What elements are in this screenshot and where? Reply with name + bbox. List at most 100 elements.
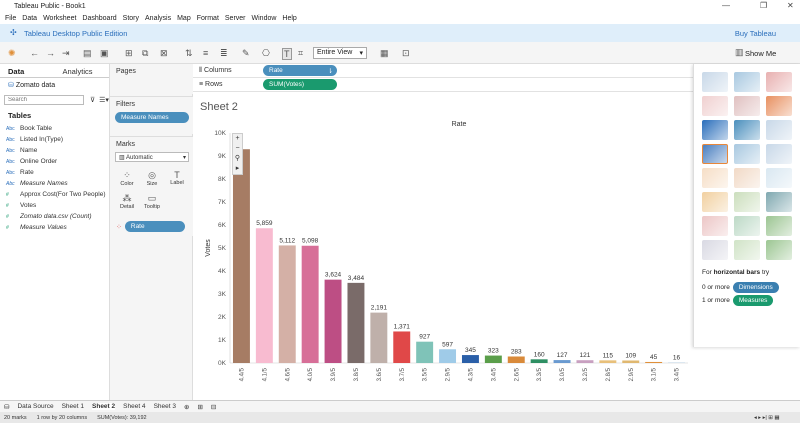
bar[interactable] [278, 245, 296, 363]
bar[interactable] [393, 331, 411, 363]
chart-type-tile[interactable] [766, 192, 792, 212]
buy-tableau-link[interactable]: Buy Tableau [735, 29, 776, 38]
field-item[interactable]: # Votes [0, 200, 109, 211]
menu-file[interactable]: File [5, 15, 16, 22]
bar[interactable] [576, 360, 594, 363]
menu-server[interactable]: Server [225, 15, 246, 22]
label-button[interactable]: T Label [166, 170, 188, 192]
highlight-icon[interactable]: ✎ [242, 48, 250, 59]
field-item[interactable]: Abc Name [0, 145, 109, 156]
close-icon[interactable]: ✕ [787, 1, 794, 10]
list-view-icon[interactable]: ☰▾ [99, 96, 109, 104]
bar[interactable] [439, 349, 457, 363]
columns-pill-rate[interactable]: Rate ⇂ [263, 65, 337, 76]
field-item[interactable]: Abc Online Order [0, 156, 109, 167]
filter-pill-measure-names[interactable]: Measure Names [115, 112, 189, 123]
pages-card[interactable]: Pages [110, 64, 193, 94]
bar[interactable] [599, 360, 617, 363]
tab-data[interactable]: Data [0, 64, 55, 77]
minimize-icon[interactable]: — [722, 1, 730, 10]
new-dashboard-tab-icon[interactable]: ⊞ [197, 403, 202, 411]
bar[interactable] [370, 312, 388, 363]
chart-type-tile[interactable] [702, 192, 728, 212]
chart-type-tile[interactable] [766, 168, 792, 188]
status-nav-icons[interactable]: ◂ ▸ ▸| ⊞ ▦ [754, 415, 780, 421]
chart-type-tile[interactable] [766, 240, 792, 260]
menu-map[interactable]: Map [177, 15, 191, 22]
chart-type-tile[interactable] [734, 168, 760, 188]
field-item[interactable]: Abc Book Table [0, 123, 109, 134]
chart-type-tile[interactable] [734, 72, 760, 92]
chart-type-tile[interactable] [734, 144, 760, 164]
field-item[interactable]: Abc Listed In(Type) [0, 134, 109, 145]
bar-chart[interactable]: 0K 1K 2K 3K 4K 5K 6K 7K 8K 9K 10K Votes Rate 4.4/5 5,8… [193, 93, 693, 400]
new-story-tab-icon[interactable]: ⊟ [211, 403, 216, 411]
menu-format[interactable]: Format [197, 15, 219, 22]
undo-icon[interactable]: ← [30, 48, 39, 58]
search-input[interactable] [4, 95, 84, 105]
tableau-home-icon[interactable]: ✺ [8, 48, 16, 59]
bar[interactable] [645, 361, 663, 363]
chart-type-tile[interactable] [702, 240, 728, 260]
chart-type-tile[interactable] [766, 144, 792, 164]
chart-type-tile[interactable] [734, 96, 760, 116]
new-worksheet-tab-icon[interactable]: ⊕ [184, 403, 189, 411]
bar[interactable] [507, 356, 525, 363]
tab-sheet-2[interactable]: Sheet 2 [92, 403, 116, 410]
menu-dashboard[interactable]: Dashboard [82, 15, 116, 22]
bar[interactable] [553, 360, 571, 363]
chart-type-tile[interactable] [702, 216, 728, 236]
detail-button[interactable]: ⁂ Detail [116, 193, 138, 215]
chart-type-tile[interactable] [766, 216, 792, 236]
bar[interactable] [461, 355, 479, 363]
menu-help[interactable]: Help [282, 15, 296, 22]
filters-card[interactable]: Filters Measure Names [110, 96, 193, 134]
bar[interactable] [232, 149, 250, 363]
columns-shelf[interactable]: ⦀ Columns Rate ⇂ [193, 64, 693, 78]
bar[interactable] [255, 228, 273, 363]
chart-type-tile[interactable] [702, 72, 728, 92]
show-mark-labels-icon[interactable]: T [282, 48, 292, 60]
sort-ascending-icon[interactable]: ≡ [203, 48, 208, 58]
field-item[interactable]: # Measure Values [0, 222, 109, 233]
chart-type-tile[interactable] [766, 72, 792, 92]
redo-icon[interactable]: → [46, 48, 55, 58]
menu-story[interactable]: Story [123, 15, 139, 22]
chart-type-tile[interactable] [702, 144, 728, 164]
field-item[interactable]: # Zomato data.csv (Count) [0, 211, 109, 222]
chart-type-tile[interactable] [702, 96, 728, 116]
data-source-item[interactable]: ⛁ Zomato data [0, 78, 109, 92]
size-button[interactable]: ◎ Size [141, 170, 163, 192]
chart-type-tile[interactable] [766, 120, 792, 140]
menu-worksheet[interactable]: Worksheet [43, 15, 76, 22]
rows-pill-sum-votes[interactable]: SUM(Votes) [263, 79, 337, 90]
show-me-button[interactable]: Show Me [745, 49, 776, 58]
bar[interactable] [324, 279, 342, 363]
duplicate-sheet-icon[interactable]: ⧉ [142, 48, 148, 59]
group-icon[interactable]: ⎔ [262, 48, 270, 59]
bar[interactable] [484, 355, 502, 363]
chart-type-tile[interactable] [734, 192, 760, 212]
bar[interactable] [347, 282, 365, 363]
replay-icon[interactable]: ⇥ [62, 48, 70, 59]
tab-data-source[interactable]: Data Source [17, 403, 53, 410]
chart-type-tile[interactable] [766, 96, 792, 116]
show-me-icon[interactable]: ▥ [735, 47, 744, 58]
chart-type-tile[interactable] [734, 216, 760, 236]
expand-icon[interactable]: ▸ [233, 164, 242, 174]
zoom-out-icon[interactable]: − [233, 144, 242, 154]
color-button[interactable]: ⁘ Color [116, 170, 138, 192]
mark-type-dropdown[interactable]: ▥ Automatic ▾ [115, 152, 189, 162]
pin-icon[interactable]: ⚲ [233, 154, 242, 164]
tab-sheet-3[interactable]: Sheet 3 [154, 403, 176, 410]
tab-sheet-4[interactable]: Sheet 4 [123, 403, 145, 410]
menu-analysis[interactable]: Analysis [145, 15, 171, 22]
swap-icon[interactable]: ⇅ [185, 48, 193, 59]
save-icon[interactable]: ▤ [83, 48, 92, 59]
tooltip-button[interactable]: ▭ Tooltip [141, 193, 163, 215]
rows-shelf[interactable]: ≡ Rows SUM(Votes) [193, 78, 693, 92]
new-data-source-icon[interactable]: ▣ [100, 48, 109, 59]
bar[interactable] [416, 341, 434, 363]
chart-type-tile[interactable] [734, 240, 760, 260]
field-item[interactable]: Abc Measure Names [0, 178, 109, 189]
